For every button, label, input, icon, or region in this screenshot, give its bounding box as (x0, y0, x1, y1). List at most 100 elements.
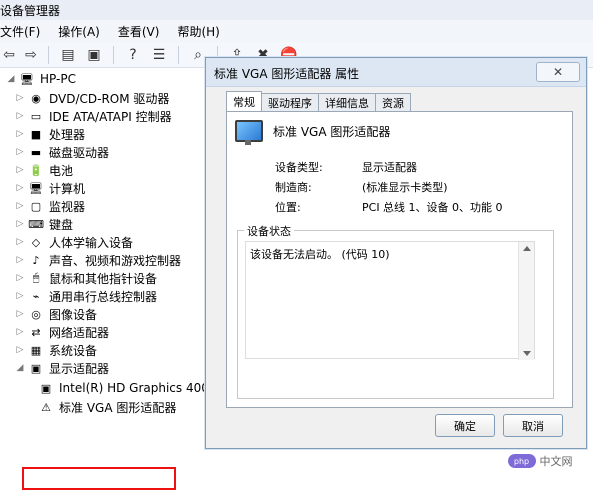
ok-button[interactable]: 确定 (435, 414, 495, 437)
toolbar-separator (48, 45, 49, 64)
device-name: 标准 VGA 图形适配器 (273, 124, 391, 139)
tree-child-label: Intel(R) HD Graphics 4000 (59, 381, 217, 395)
display-adapter-icon (235, 120, 263, 145)
tree-item[interactable]: ▷ ♪ 声音、视频和游戏控制器 (15, 251, 181, 269)
battery-icon: 🔋 (29, 163, 43, 177)
property-row: 位置: PCI 总线 1、设备 0、功能 0 (275, 197, 503, 217)
tree-item-label: 图像设备 (49, 307, 98, 322)
expand-icon[interactable]: ▷ (15, 219, 25, 229)
tree-item[interactable]: ◢ ▣ 显示适配器 (15, 359, 109, 377)
property-key: 位置: (275, 201, 301, 214)
expand-icon[interactable]: ▷ (15, 291, 25, 301)
collapse-icon[interactable]: ◢ (6, 74, 16, 84)
expand-icon[interactable]: ▷ (15, 111, 25, 121)
tree-item[interactable]: ▷ ▦ 系统设备 (15, 341, 97, 359)
tree-item-label: 计算机 (49, 181, 86, 196)
property-row: 设备类型: 显示适配器 (275, 157, 503, 177)
tree-root[interactable]: ◢ 🖥 HP-PC (6, 70, 76, 88)
tree-item[interactable]: ▷ ⌁ 通用串行总线控制器 (15, 287, 157, 305)
scroll-up-icon[interactable] (523, 246, 531, 251)
tree-icon[interactable]: ▣ (85, 46, 103, 64)
tree-item-label: 磁盘驱动器 (49, 145, 110, 160)
monitor-icon: ▢ (30, 199, 42, 213)
tab-resources[interactable]: 资源 (375, 93, 411, 111)
close-icon: ✕ (552, 65, 564, 79)
property-key: 设备类型: (275, 161, 323, 174)
cpu-icon: ■ (30, 127, 42, 141)
forward-icon[interactable]: ⇨ (24, 46, 38, 64)
tree-item[interactable]: ▷ ◇ 人体学输入设备 (15, 233, 133, 251)
tree-child-item[interactable]: ▣ Intel(R) HD Graphics 4000 (35, 379, 217, 397)
tree-item[interactable]: ▷ ⌨ 键盘 (15, 215, 73, 233)
tree-item-label: DVD/CD-ROM 驱动器 (49, 91, 170, 106)
tree-item-label: 电池 (49, 163, 74, 178)
list-icon[interactable]: ☰ (150, 46, 168, 64)
display-icon: ▣ (40, 381, 52, 395)
watermark-text: 中文网 (539, 455, 573, 468)
property-value: PCI 总线 1、设备 0、功能 0 (362, 201, 503, 214)
expand-icon[interactable]: ▷ (15, 93, 25, 103)
mouse-icon: 🖱 (32, 271, 40, 284)
tree-item[interactable]: ▷ 🖱 鼠标和其他指针设备 (15, 269, 157, 287)
properties-dialog: 标准 VGA 图形适配器 属性 ✕ 常规 驱动程序 详细信息 资源 标准 VGA… (205, 57, 587, 449)
status-scrollbar[interactable] (518, 242, 534, 360)
scroll-down-icon[interactable] (523, 351, 531, 356)
tree-item[interactable]: ▷ ■ 处理器 (15, 125, 85, 143)
tab-driver[interactable]: 驱动程序 (261, 93, 319, 111)
expand-icon[interactable]: ▷ (15, 255, 25, 265)
tree-child-item-selected[interactable]: ⚠ 标准 VGA 图形适配器 (35, 398, 176, 416)
back-icon[interactable]: ⇦ (2, 46, 16, 64)
expand-icon[interactable]: ▷ (15, 327, 25, 337)
dvd-icon: ◉ (31, 91, 41, 105)
device-status-group: 设备状态 该设备无法启动。 (代码 10) (237, 223, 554, 399)
tree-item-label: 声音、视频和游戏控制器 (49, 253, 182, 268)
tree-item-label: 鼠标和其他指针设备 (49, 271, 158, 286)
tree-item[interactable]: ▷ ◎ 图像设备 (15, 305, 97, 323)
disk-icon: ▬ (30, 145, 42, 159)
collapse-icon[interactable]: ◢ (15, 363, 25, 373)
tree-item[interactable]: ▷ 🖥 计算机 (15, 179, 85, 197)
menu-help[interactable]: 帮助(H) (177, 23, 219, 40)
tree-item[interactable]: ▷ ▭ IDE ATA/ATAPI 控制器 (15, 107, 172, 125)
menu-file[interactable]: 文件(F) (0, 23, 40, 40)
close-button[interactable]: ✕ (536, 62, 580, 82)
menu-action[interactable]: 操作(A) (58, 23, 100, 40)
php-logo: php (507, 454, 536, 468)
expand-icon[interactable]: ▷ (15, 147, 25, 157)
menu-bar: 文件(F) 操作(A) 查看(V) 帮助(H) (0, 20, 593, 43)
help-icon[interactable]: ? (124, 46, 142, 64)
display-adapter-icon: ▣ (30, 361, 42, 375)
dialog-titlebar: 标准 VGA 图形适配器 属性 ✕ (206, 58, 586, 87)
warning-display-icon: ⚠ (41, 400, 51, 414)
property-row: 制造商: (标准显示卡类型) (275, 177, 503, 197)
tree-item[interactable]: ▷ ▢ 监视器 (15, 197, 85, 215)
tree-item[interactable]: ▷ ▬ 磁盘驱动器 (15, 143, 109, 161)
computer-icon: 🖥 (29, 181, 43, 195)
tree-item[interactable]: ▷ ⇄ 网络适配器 (15, 323, 109, 341)
expand-icon[interactable]: ▷ (15, 183, 25, 193)
expand-icon[interactable]: ▷ (15, 237, 25, 247)
tree-item[interactable]: ▷ 🔋 电池 (15, 161, 73, 179)
dialog-title: 标准 VGA 图形适配器 属性 (214, 67, 360, 81)
expand-icon[interactable]: ▷ (15, 309, 25, 319)
expand-icon[interactable]: ▷ (15, 129, 25, 139)
hid-icon: ◇ (31, 235, 41, 249)
expand-icon[interactable]: ▷ (15, 273, 25, 283)
expand-icon[interactable]: ▷ (15, 165, 25, 175)
cancel-button[interactable]: 取消 (503, 414, 563, 437)
expand-icon[interactable]: ▷ (15, 345, 25, 355)
tree-root-label: HP-PC (40, 72, 76, 86)
tree-item[interactable]: ▷ ◉ DVD/CD-ROM 驱动器 (15, 89, 170, 107)
tree-item-label: 处理器 (49, 127, 86, 142)
expand-icon[interactable]: ▷ (15, 201, 25, 211)
tab-general[interactable]: 常规 (226, 91, 262, 111)
properties-icon[interactable]: ▤ (59, 46, 77, 64)
sound-icon: ♪ (32, 253, 40, 267)
tree-item-label: 网络适配器 (49, 325, 110, 340)
tree-item-label: 人体学输入设备 (49, 235, 134, 250)
menu-view[interactable]: 查看(V) (118, 23, 160, 40)
tab-details[interactable]: 详细信息 (318, 93, 376, 111)
property-value: (标准显示卡类型) (362, 181, 448, 194)
tree-item-label: 键盘 (49, 217, 74, 232)
tree-child-label: 标准 VGA 图形适配器 (59, 400, 177, 415)
